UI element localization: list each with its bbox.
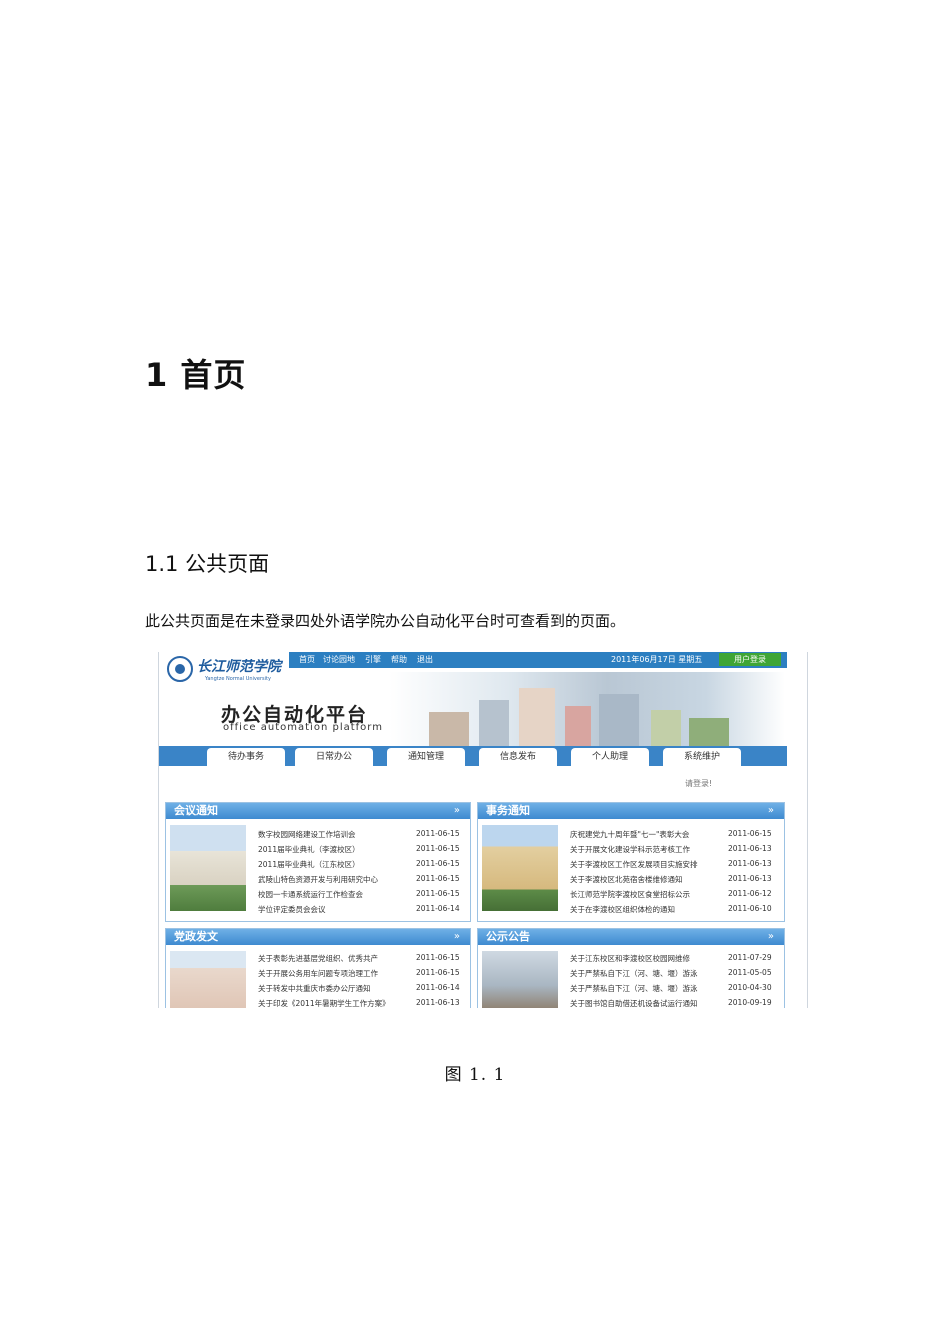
top-strip: [289, 652, 787, 668]
campus-photo: [482, 825, 558, 911]
current-date: 2011年06月17日 星期五: [611, 655, 703, 664]
campus-photo: [170, 951, 246, 1008]
campus-banner-image: [389, 672, 785, 746]
toplink-home[interactable]: 首页: [299, 654, 315, 665]
nav-tab-notice[interactable]: 通知管理: [387, 748, 465, 766]
login-button[interactable]: 用户登录: [719, 653, 781, 666]
nav-tab-publish[interactable]: 信息发布: [479, 748, 557, 766]
intro-paragraph: 此公共页面是在未登录四处外语学院办公自动化平台时可查看到的页面。: [145, 612, 626, 630]
list-item[interactable]: 关于图书馆自助借还机设备试运行通知 2010-09-19: [570, 998, 782, 1008]
list-item[interactable]: 关于严禁私自下江（河、塘、堰）游泳 2010-04-30: [570, 983, 782, 997]
list-item[interactable]: 关于转发中共重庆市委办公厅通知 2011-06-14: [258, 983, 468, 997]
list-item[interactable]: 长江师范学院李渡校区食堂招标公示 2011-06-12: [570, 889, 782, 903]
panel-party-documents: 党政发文 » 关于表彰先进基层党组织、优秀共产 2011-06-15 关于开展公务…: [165, 928, 471, 1008]
list-item[interactable]: 关于表彰先进基层党组织、优秀共产 2011-06-15: [258, 953, 468, 967]
toplink-help[interactable]: 帮助: [391, 654, 407, 665]
panel-title: 党政发文: [174, 930, 218, 943]
list-item[interactable]: 关于开展公务用车问题专项治理工作 2011-06-15: [258, 968, 468, 982]
school-logo-icon: [167, 656, 193, 682]
panel-public-announcements: 公示公告 » 关于江东校区和李渡校区校园网维修 2011-07-29 关于严禁私自…: [477, 928, 785, 1008]
list-item[interactable]: 关于李渡校区北苑宿舍楼维修通知 2011-06-13: [570, 874, 782, 888]
toplink-forum[interactable]: 讨论园地: [323, 654, 355, 665]
list-item[interactable]: 学位评定委员会会议 2011-06-14: [258, 904, 468, 918]
campus-photo: [482, 951, 558, 1008]
toplink-engine[interactable]: 引擎: [365, 654, 381, 665]
list-item[interactable]: 2011届毕业典礼（江东校区） 2011-06-15: [258, 859, 468, 873]
heading-1: 1 首页: [145, 356, 247, 394]
panel-title: 会议通知: [174, 804, 218, 817]
figure-caption: 图 1. 1: [444, 1065, 506, 1085]
campus-photo: [170, 825, 246, 911]
list-item[interactable]: 关于印发《2011年暑期学生工作方案》 2011-06-13: [258, 998, 468, 1008]
list-item[interactable]: 数字校园网络建设工作培训会 2011-06-15: [258, 829, 468, 843]
more-link[interactable]: »: [454, 929, 460, 945]
nav-tab-system[interactable]: 系统维护: [663, 748, 741, 766]
nav-tab-personal[interactable]: 个人助理: [571, 748, 649, 766]
heading-2: 1.1 公共页面: [145, 552, 270, 576]
login-hint: 请登录!: [685, 779, 713, 788]
screenshot-figure: 首页 讨论园地 引擎 帮助 退出 2011年06月17日 星期五 用户登录 长江…: [158, 652, 808, 1008]
list-item[interactable]: 2011届毕业典礼（李渡校区） 2011-06-15: [258, 844, 468, 858]
toplink-exit[interactable]: 退出: [417, 654, 433, 665]
nav-tab-daily[interactable]: 日常办公: [295, 748, 373, 766]
list-item[interactable]: 关于江东校区和李渡校区校园网维修 2011-07-29: [570, 953, 782, 967]
list-item[interactable]: 关于李渡校区工作区发展项目实施安排 2011-06-13: [570, 859, 782, 873]
panel-title: 公示公告: [486, 930, 530, 943]
list-item[interactable]: 武陵山特色资源开发与利用研究中心 2011-06-15: [258, 874, 468, 888]
panel-title: 事务通知: [486, 804, 530, 817]
nav-tab-pending[interactable]: 待办事务: [207, 748, 285, 766]
list-item[interactable]: 校园一卡通系统运行工作检查会 2011-06-15: [258, 889, 468, 903]
panel-affairs-notice: 事务通知 » 庆祝建党九十周年暨"七一"表彰大会 2011-06-15 关于开展文…: [477, 802, 785, 922]
list-item[interactable]: 关于开展文化建设学科示范考核工作 2011-06-13: [570, 844, 782, 858]
list-item[interactable]: 关于严禁私自下江（河、塘、堰）游泳 2011-05-05: [570, 968, 782, 982]
school-name: 长江师范学院: [197, 659, 281, 675]
more-link[interactable]: »: [768, 803, 774, 819]
list-item[interactable]: 庆祝建党九十周年暨"七一"表彰大会 2011-06-15: [570, 829, 782, 843]
platform-subtitle: office automation platform: [223, 722, 383, 733]
more-link[interactable]: »: [768, 929, 774, 945]
more-link[interactable]: »: [454, 803, 460, 819]
school-subtitle: Yangtze Normal University: [205, 676, 271, 682]
panel-meeting-notice: 会议通知 » 数字校园网络建设工作培训会 2011-06-15 2011届毕业典礼…: [165, 802, 471, 922]
list-item[interactable]: 关于在李渡校区组织体检的通知 2011-06-10: [570, 904, 782, 918]
